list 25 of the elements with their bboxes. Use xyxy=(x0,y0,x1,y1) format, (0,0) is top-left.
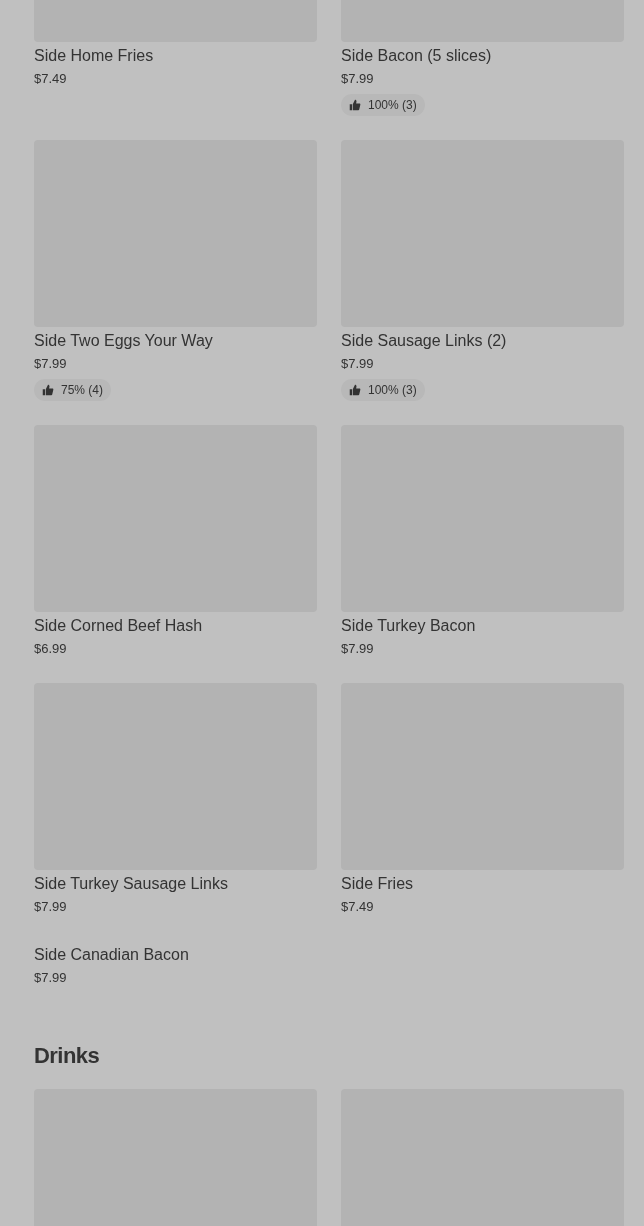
item-name[interactable]: Side Bacon (5 slices) xyxy=(341,45,492,67)
item-name[interactable]: Side Fries xyxy=(341,873,414,895)
rating-text: 100% (3) xyxy=(368,382,417,399)
item-name[interactable]: Side Canadian Bacon xyxy=(34,944,189,966)
thumbs-up-icon xyxy=(349,99,361,111)
item-name[interactable]: Side Turkey Bacon xyxy=(341,615,476,637)
item-name[interactable]: Side Corned Beef Hash xyxy=(34,615,203,637)
section-heading: Drinks xyxy=(34,1042,101,1070)
thumbs-up-icon xyxy=(349,384,361,396)
rating-text: 100% (3) xyxy=(368,97,417,114)
item-price: $7.99 xyxy=(341,640,374,658)
item-name[interactable]: Side Sausage Links (2) xyxy=(341,330,507,352)
thumbs-up-icon xyxy=(42,384,54,396)
item-price: $7.99 xyxy=(341,355,374,373)
item-price: $7.99 xyxy=(34,355,67,373)
item-price: $7.99 xyxy=(34,898,67,916)
item-price: $6.99 xyxy=(34,640,67,658)
item-name[interactable]: Side Turkey Sausage Links xyxy=(34,873,228,895)
item-price: $7.99 xyxy=(34,969,67,987)
item-name[interactable]: Side Home Fries xyxy=(34,45,154,67)
item-price: $7.99 xyxy=(341,70,374,88)
item-price: $7.49 xyxy=(34,70,67,88)
item-name[interactable]: Side Two Eggs Your Way xyxy=(34,330,213,352)
rating-text: 75% (4) xyxy=(61,382,104,399)
item-price: $7.49 xyxy=(341,898,374,916)
